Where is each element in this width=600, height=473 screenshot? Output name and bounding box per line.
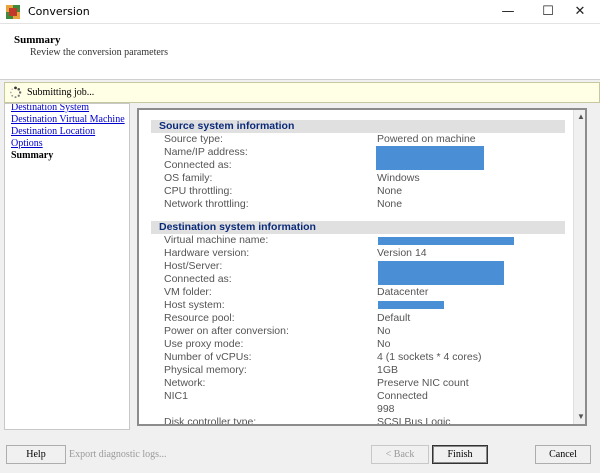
scroll-down-icon[interactable]: ▼ [574,410,585,424]
source-row: Network throttling: None [164,198,564,211]
source-row: OS family: Windows [164,172,564,185]
row-label: Name/IP address: [164,146,248,158]
row-label: Network: [164,377,206,389]
minimize-button[interactable]: — [488,0,528,24]
row-value: SCSI Bus Logic [377,416,451,426]
row-label: Physical memory: [164,364,247,376]
source-section-header: Source system information [151,120,565,133]
row-label: NIC1 [164,390,188,402]
spinner-icon [10,86,22,99]
destination-row: Resource pool: Default [164,312,564,325]
destination-row: Physical memory: 1GB [164,364,564,377]
row-label: Number of vCPUs: [164,351,252,363]
vmware-converter-icon [6,5,20,19]
destination-row: Power on after conversion: No [164,325,564,338]
row-value: Powered on machine [377,133,476,145]
row-label: Disk controller type: [164,416,257,426]
cancel-button[interactable]: Cancel [535,445,591,464]
row-label: VM folder: [164,286,212,298]
row-label: OS family: [164,172,213,184]
status-bar: Submitting job... [4,82,600,103]
row-value: Preserve NIC count [377,377,469,389]
row-value: No [377,325,391,337]
row-value: No [377,338,391,350]
nav-item-destination-location[interactable]: Destination Location [11,126,95,137]
row-value: Datacenter [377,286,429,298]
row-value: Default [377,312,411,324]
title-bar: Conversion — ☐ ✕ [0,0,600,24]
destination-row: Use proxy mode: No [164,338,564,351]
row-value: Connected [377,390,428,402]
row-value: 4 (1 sockets * 4 cores) [377,351,482,363]
nav-item-destination-vm[interactable]: Destination Virtual Machine [11,114,125,125]
redacted-host-system [378,301,444,309]
row-label: Use proxy mode: [164,338,244,350]
row-label: Connected as: [164,273,232,285]
source-row: Name/IP address: [164,146,564,159]
nav-item-destination-system[interactable]: Destination System [11,104,89,113]
row-label: Host system: [164,299,225,311]
scroll-up-icon[interactable]: ▲ [574,110,585,124]
row-label: Network throttling: [164,198,249,210]
help-button[interactable]: Help [6,445,66,464]
destination-section-header: Destination system information [151,221,565,234]
row-value: 998 [377,403,395,415]
destination-row: Host system: [164,299,564,312]
destination-row: NIC1 Connected [164,390,564,403]
redacted-host-block [378,261,504,285]
vertical-scrollbar[interactable]: ▲ ▼ [573,110,585,424]
row-label: Virtual machine name: [164,234,269,246]
row-value: 1GB [377,364,399,376]
summary-panel[interactable]: Source system information Source type: P… [137,108,587,426]
wizard-nav: Destination System Destination Virtual M… [4,103,130,430]
page-title: Summary [14,34,61,46]
destination-row: Hardware version: Version 14 [164,247,564,260]
destination-row: Connected as: [164,273,564,286]
nav-item-summary: Summary [11,150,54,161]
redacted-name-block [376,146,484,170]
row-value: Windows [377,172,420,184]
destination-row: VM folder: Datacenter [164,286,564,299]
status-text: Submitting job... [27,87,95,98]
destination-row: Network: Preserve NIC count [164,377,564,390]
redacted-vm-name [378,237,514,245]
row-value: Version 14 [377,247,427,259]
nav-item-options[interactable]: Options [11,138,43,149]
close-button[interactable]: ✕ [560,0,600,24]
wizard-footer: Help Export diagnostic logs... < Back Fi… [0,434,600,473]
destination-row: 998 [164,403,564,416]
export-logs-link[interactable]: Export diagnostic logs... [69,449,167,460]
destination-row: Host/Server: [164,260,564,273]
row-label: Source type: [164,133,223,145]
window-title: Conversion [28,5,90,18]
page-subtitle: Review the conversion parameters [30,47,169,58]
source-row: Connected as: [164,159,564,172]
row-value: None [377,185,403,197]
wizard-header: Summary Review the conversion parameters [0,24,600,80]
row-label: Host/Server: [164,260,223,272]
destination-row: Disk controller type: SCSI Bus Logic [164,416,564,426]
back-button[interactable]: < Back [371,445,429,464]
row-label: CPU throttling: [164,185,233,197]
row-label: Resource pool: [164,312,235,324]
row-label: Hardware version: [164,247,250,259]
source-row: CPU throttling: None [164,185,564,198]
source-row: Source type: Powered on machine [164,133,564,146]
finish-button[interactable]: Finish [432,445,488,464]
row-value: None [377,198,403,210]
destination-row: Number of vCPUs: 4 (1 sockets * 4 cores) [164,351,564,364]
row-label: Connected as: [164,159,232,171]
row-label: Power on after conversion: [164,325,289,337]
